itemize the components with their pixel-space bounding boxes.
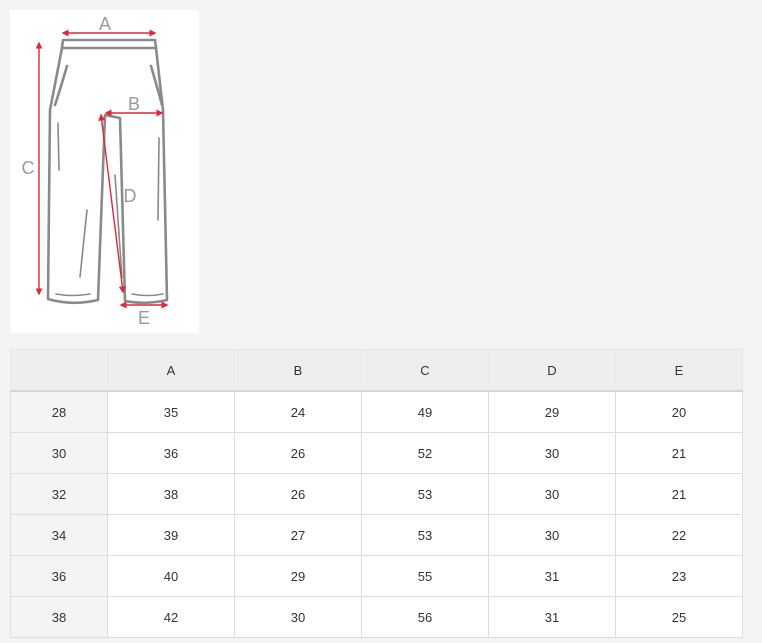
value-cell: 53 <box>361 514 489 556</box>
letter-b: B <box>128 94 140 114</box>
size-cell: 28 <box>10 390 108 433</box>
value-cell: 30 <box>234 596 362 638</box>
value-cell: 40 <box>107 555 235 597</box>
value-cell: 26 <box>234 432 362 474</box>
value-cell: 21 <box>615 432 743 474</box>
value-cell: 38 <box>107 473 235 515</box>
value-cell: 30 <box>488 473 616 515</box>
size-cell: 32 <box>10 473 108 515</box>
header-e: E <box>615 349 743 392</box>
measurement-letters: A B C D E <box>22 14 151 328</box>
letter-a: A <box>99 14 111 34</box>
value-cell: 55 <box>361 555 489 597</box>
size-cell: 30 <box>10 432 108 474</box>
letter-d: D <box>124 186 137 206</box>
header-size <box>10 349 108 392</box>
value-cell: 53 <box>361 473 489 515</box>
size-cell: 38 <box>10 596 108 638</box>
table-row: 34 39 27 53 30 22 <box>10 514 743 556</box>
value-cell: 30 <box>488 432 616 474</box>
value-cell: 36 <box>107 432 235 474</box>
value-cell: 29 <box>488 390 616 433</box>
size-cell: 36 <box>10 555 108 597</box>
size-chart-body: 28 35 24 49 29 20 30 36 26 52 30 21 32 3… <box>10 390 743 638</box>
size-chart-header: A B C D E <box>10 349 743 392</box>
pants-diagram-svg: A B C D E <box>22 14 169 328</box>
header-c: C <box>361 349 489 392</box>
value-cell: 52 <box>361 432 489 474</box>
header-b: B <box>234 349 362 392</box>
table-row: 36 40 29 55 31 23 <box>10 555 743 597</box>
value-cell: 30 <box>488 514 616 556</box>
letter-e: E <box>138 308 150 328</box>
value-cell: 26 <box>234 473 362 515</box>
value-cell: 56 <box>361 596 489 638</box>
value-cell: 29 <box>234 555 362 597</box>
letter-c: C <box>22 158 35 178</box>
size-cell: 34 <box>10 514 108 556</box>
value-cell: 24 <box>234 390 362 433</box>
size-chart-table: A B C D E 28 35 24 49 29 20 30 36 26 52 … <box>10 349 743 638</box>
header-row: A B C D E <box>10 349 743 392</box>
table-row: 32 38 26 53 30 21 <box>10 473 743 515</box>
value-cell: 23 <box>615 555 743 597</box>
header-d: D <box>488 349 616 392</box>
value-cell: 25 <box>615 596 743 638</box>
pants-measurement-diagram: A B C D E <box>10 10 199 333</box>
value-cell: 35 <box>107 390 235 433</box>
header-a: A <box>107 349 235 392</box>
value-cell: 31 <box>488 596 616 638</box>
value-cell: 31 <box>488 555 616 597</box>
table-row: 30 36 26 52 30 21 <box>10 432 743 474</box>
table-row: 38 42 30 56 31 25 <box>10 596 743 638</box>
value-cell: 20 <box>615 390 743 433</box>
value-cell: 39 <box>107 514 235 556</box>
value-cell: 22 <box>615 514 743 556</box>
value-cell: 49 <box>361 390 489 433</box>
value-cell: 27 <box>234 514 362 556</box>
value-cell: 21 <box>615 473 743 515</box>
value-cell: 42 <box>107 596 235 638</box>
table-row: 28 35 24 49 29 20 <box>10 390 743 433</box>
